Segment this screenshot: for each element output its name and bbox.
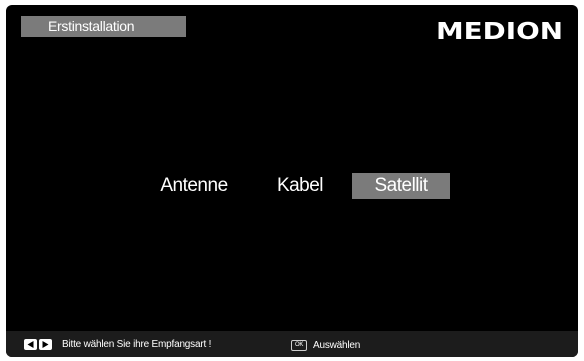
- page-title-text: Erstinstallation: [48, 18, 135, 34]
- footer-hint-text: Bitte wählen Sie ihre Empfangsart !: [62, 339, 212, 350]
- option-antenne[interactable]: Antenne: [156, 173, 232, 199]
- medion-logo-text: MEDION: [436, 19, 563, 43]
- tv-screen: Erstinstallation MEDION Antenne Kabel Sa…: [6, 5, 578, 357]
- ok-key-icon: OK: [291, 340, 307, 351]
- option-kabel[interactable]: Kabel: [270, 173, 330, 199]
- footer-action-text: Auswählen: [313, 340, 361, 351]
- navigation-keys: [24, 339, 54, 351]
- footer-hint-bar: Bitte wählen Sie ihre Empfangsart ! OK A…: [6, 331, 578, 357]
- medion-logo: MEDION: [436, 19, 563, 43]
- right-arrow-key-icon: [39, 339, 52, 350]
- option-satellit-selected[interactable]: Satellit: [352, 173, 450, 199]
- left-arrow-key-icon: [24, 339, 37, 350]
- reception-type-options: Antenne Kabel Satellit: [6, 173, 578, 199]
- page-title: Erstinstallation: [21, 16, 186, 37]
